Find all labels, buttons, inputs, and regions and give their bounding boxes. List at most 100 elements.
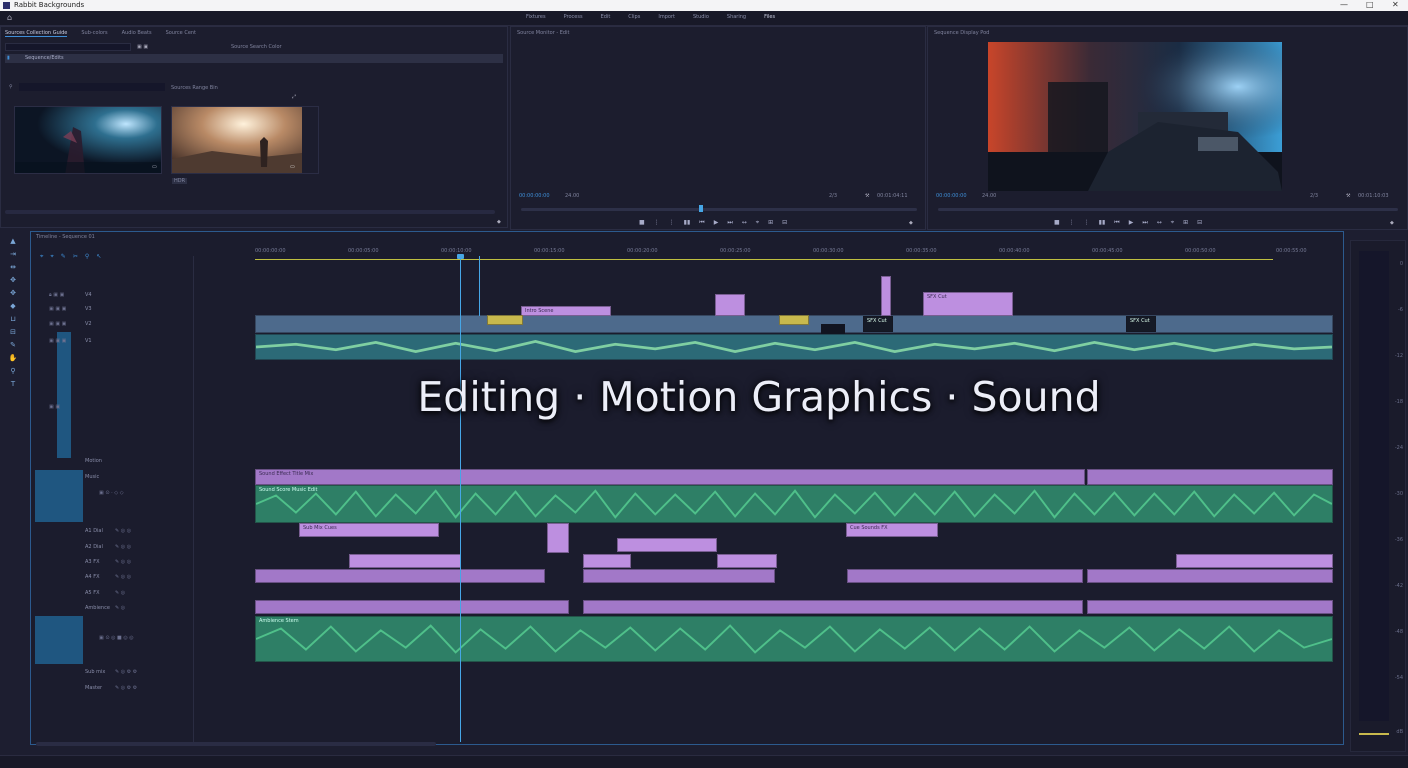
timecode-clip[interactable]: SFX Cut	[863, 316, 893, 332]
track-lock-icon[interactable]: ▣ ▣ ▣	[49, 306, 66, 312]
marker-icon[interactable]: ⋮	[1084, 219, 1090, 227]
mark-in-icon[interactable]: ■	[639, 219, 645, 227]
program-timecode-in[interactable]: 00:00:00:00	[936, 193, 967, 199]
menu-item-clips[interactable]: Clips	[628, 14, 640, 20]
title-clip[interactable]	[715, 294, 745, 316]
step-back-icon[interactable]: ⏮	[1114, 219, 1119, 227]
track-target-music[interactable]	[35, 470, 83, 522]
track-target-v1[interactable]	[57, 332, 71, 458]
play-icon[interactable]: ▶	[1129, 219, 1134, 227]
menu-item-files[interactable]: Files	[764, 14, 775, 20]
step-forward-icon[interactable]: ⏭	[1142, 219, 1147, 227]
loop-icon[interactable]: ↔	[1157, 219, 1162, 227]
video-audio-linked-strip[interactable]	[255, 334, 1333, 360]
step-back-icon[interactable]: ⏮	[699, 219, 704, 227]
track-mute-icon[interactable]: ✎ ◎ ⚙ ⚙	[115, 669, 137, 675]
panel-menu-icon[interactable]: ◆	[497, 219, 501, 225]
insert-icon[interactable]: ⊞	[768, 219, 773, 227]
marker-icon[interactable]: ⋮	[669, 219, 675, 227]
in-point-marker[interactable]	[479, 256, 480, 316]
music-title-clip[interactable]	[1087, 469, 1333, 485]
fx-clip[interactable]	[1176, 554, 1333, 568]
lift-icon[interactable]: ⊞	[1183, 219, 1188, 227]
source-fps[interactable]: 24.00	[565, 193, 579, 199]
close-button[interactable]: ✕	[1392, 0, 1399, 9]
rolling-edit-icon[interactable]: ✥	[4, 276, 22, 284]
wrench-icon[interactable]: ⚒	[1346, 193, 1350, 199]
music-title-clip[interactable]: Sound Effect Title Mix	[255, 469, 1085, 485]
adjustment-clip[interactable]	[487, 315, 523, 325]
track-mute-icon[interactable]: ✎ ◎ ◎	[115, 574, 131, 580]
fx-clip[interactable]	[547, 523, 569, 553]
ambience-clip[interactable]	[583, 600, 1083, 614]
wrench-icon[interactable]: ⚲	[85, 253, 89, 261]
safe-margin-icon[interactable]: ⌖	[1171, 219, 1174, 227]
type-icon[interactable]: T	[4, 380, 22, 388]
track-mute-icon[interactable]: ▣ ⊙ ◎ ■ ◎ ◎	[99, 635, 134, 641]
title-clip[interactable]: SFX Cut	[923, 292, 1013, 316]
fx-clip[interactable]	[617, 538, 717, 552]
media-thumbnail-desert[interactable]: ▭	[171, 106, 319, 174]
ripple-edit-icon[interactable]: ⇹	[4, 263, 22, 271]
source-scrub-bar[interactable]	[521, 208, 917, 211]
zoom-icon[interactable]: ⚲	[4, 367, 22, 375]
track-name-submix[interactable]: Sub mix	[85, 669, 105, 675]
title-clip[interactable]: Intro Scene	[521, 306, 611, 316]
tab-source-cent[interactable]: Source Cent	[166, 30, 196, 37]
track-lock-icon[interactable]: ▣ ▣ ▣	[49, 338, 66, 344]
adjustment-clip[interactable]	[779, 315, 809, 325]
music-audio-clip[interactable]: Sound Score Music Edit	[255, 485, 1333, 523]
extract-icon[interactable]: ⊟	[1197, 219, 1202, 227]
track-name-a3[interactable]: A3 FX	[85, 559, 100, 565]
ambience-clip[interactable]	[1087, 600, 1333, 614]
track-mute-icon[interactable]: ✎ ◎ ⚙ ⚙	[115, 685, 137, 691]
pause-icon[interactable]: ▮▮	[1099, 219, 1106, 227]
settings-icon[interactable]: ✂	[73, 253, 78, 261]
track-mute-icon[interactable]: ✎ ◎ ◎	[115, 528, 131, 534]
pause-icon[interactable]: ▮▮	[684, 219, 691, 227]
fx-clip[interactable]	[583, 569, 775, 583]
project-scrollbar[interactable]	[5, 210, 495, 214]
fx-clip[interactable]	[583, 554, 631, 568]
selection-tool-icon[interactable]: ▲	[4, 237, 22, 245]
slip-icon[interactable]: ⊔	[4, 315, 22, 323]
pen-icon[interactable]: ✎	[4, 341, 22, 349]
ambience-audio-clip[interactable]: Ambience Stem	[255, 616, 1333, 662]
track-name-ambience[interactable]: Ambience	[85, 605, 110, 611]
minimize-button[interactable]: —	[1340, 0, 1348, 9]
step-forward-icon[interactable]: ⏭	[727, 219, 732, 227]
track-name-a5[interactable]: A5 FX	[85, 590, 100, 596]
marker-icon[interactable]: ⋮	[1069, 219, 1075, 227]
linked-selection-icon[interactable]: ⌖	[50, 253, 53, 261]
pointer-icon[interactable]: ↖	[96, 253, 101, 261]
track-name-a1[interactable]: A1 Dial	[85, 528, 103, 534]
marker-add-icon[interactable]: ✎	[61, 253, 66, 261]
panel-menu-icon[interactable]: ◆	[1390, 220, 1394, 226]
tab-sources-collection[interactable]: Sources Collection Guide	[5, 30, 68, 37]
media-search-input[interactable]	[19, 83, 165, 91]
source-fraction[interactable]: 2/3	[829, 193, 837, 199]
search-icon[interactable]: ⚲	[9, 84, 13, 90]
track-name-v3[interactable]: V3	[85, 306, 92, 312]
track-lock-icon[interactable]: ▣ ▣	[49, 404, 60, 410]
track-lock-icon[interactable]: ▣ ▣ ▣	[49, 321, 66, 327]
timeline-horizontal-scrollbar[interactable]	[36, 742, 436, 746]
track-mute-icon[interactable]: ✎ ◎ ◎	[115, 544, 131, 550]
fx-clip[interactable]	[717, 554, 777, 568]
source-playhead[interactable]	[699, 205, 703, 212]
track-mute-icon[interactable]: ▣ ⊙ · ◇ ◇	[99, 490, 124, 496]
track-name-a4[interactable]: A4 FX	[85, 574, 100, 580]
fx-clip[interactable]: Sub Mix Cues	[299, 523, 439, 537]
title-clip[interactable]	[881, 276, 891, 316]
media-thumbnail-concert[interactable]: ▭	[14, 106, 162, 174]
ambience-clip[interactable]	[255, 600, 569, 614]
loop-icon[interactable]: ↔	[742, 219, 747, 227]
mark-in-icon[interactable]: ■	[1054, 219, 1060, 227]
timecode-clip[interactable]: SFX Cut	[1126, 316, 1156, 332]
program-fps[interactable]: 24.00	[982, 193, 996, 199]
track-name-master[interactable]: Master	[85, 685, 102, 691]
playhead[interactable]	[460, 256, 461, 742]
overwrite-icon[interactable]: ⊟	[782, 219, 787, 227]
menu-item-studio[interactable]: Studio	[693, 14, 709, 20]
track-name-v1[interactable]: V1	[85, 338, 92, 344]
